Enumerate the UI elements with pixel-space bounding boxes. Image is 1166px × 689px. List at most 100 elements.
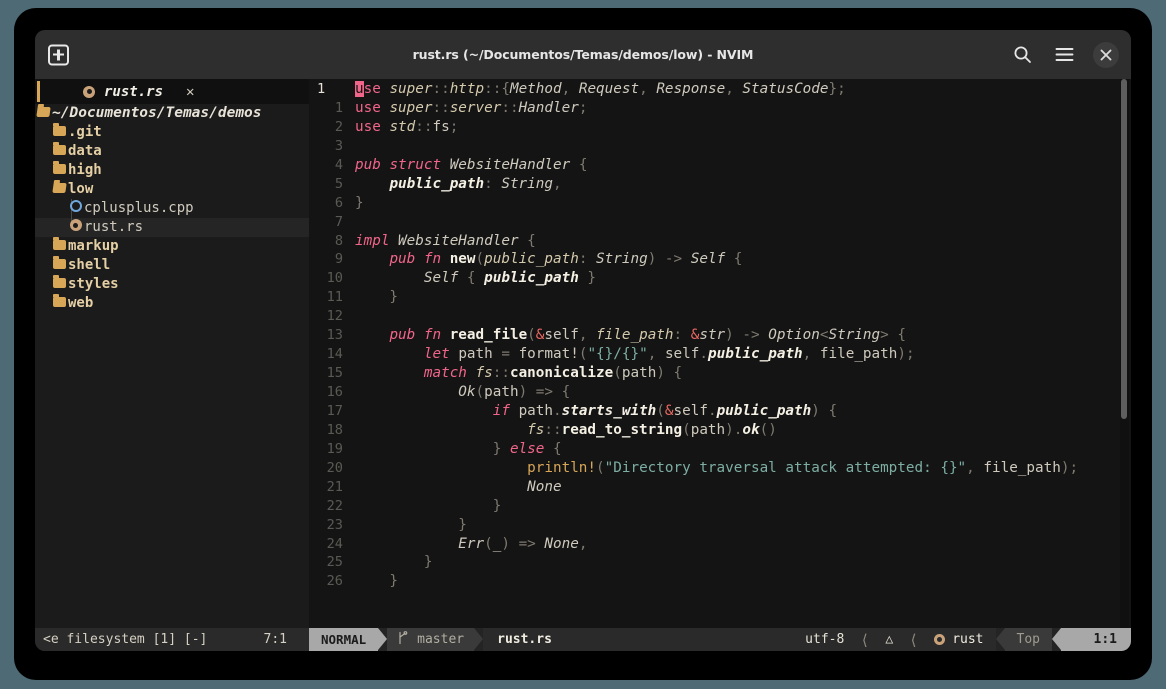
file-tree-root[interactable]: ~/Documentos/Temas/demos	[35, 104, 309, 123]
code-token: ,	[561, 81, 579, 97]
code-token: public_path	[389, 175, 485, 192]
code-token: (	[613, 365, 622, 382]
folder-icon	[51, 294, 68, 313]
code-token: ).	[725, 421, 743, 438]
status-filename: rust.rs	[483, 628, 796, 651]
file-tree-item-shell[interactable]: shell	[35, 256, 309, 275]
line-number: 22	[326, 497, 343, 514]
code-token: ::	[544, 421, 562, 438]
code-token: String	[828, 327, 881, 344]
code-token: public_path	[484, 270, 579, 287]
code-line-text: }	[355, 497, 1131, 516]
status-language: rust	[924, 628, 996, 651]
code-token: {	[725, 251, 743, 268]
editor-scrollbar[interactable]	[1120, 79, 1129, 628]
code-token: ::	[432, 99, 450, 116]
tab-close-icon[interactable]: ✕	[186, 84, 194, 100]
code-token: http	[449, 81, 485, 97]
folder-open-icon	[35, 104, 52, 123]
status-scroll-arrow	[995, 628, 1005, 650]
line-number: 18	[326, 421, 343, 438]
code-token: se	[363, 81, 381, 97]
code-token: StatusCode	[742, 81, 829, 97]
code-token: )	[647, 251, 665, 268]
window-title: rust.rs (~/Documentos/Temas/demos/low) -…	[412, 47, 754, 62]
line-number: 7	[334, 213, 343, 230]
line-number: 13	[326, 327, 343, 344]
window-body: rust.rs ✕ ~/Documentos/Temas/demos .git d…	[35, 79, 1131, 628]
folder-icon	[51, 123, 68, 142]
cpp-file-icon	[67, 199, 84, 218]
file-tree-root-label: ~/Documentos/Temas/demos	[52, 105, 262, 121]
search-icon[interactable]	[1009, 42, 1035, 68]
code-token: ok	[742, 421, 760, 438]
code-token: fs	[527, 421, 545, 438]
code-token: String	[501, 175, 553, 192]
new-tab-icon[interactable]	[48, 44, 69, 65]
file-tree-item-data[interactable]: data	[35, 142, 309, 161]
line-number: 5	[334, 175, 343, 192]
code-token: path	[621, 365, 657, 382]
code-token: read_file	[449, 327, 528, 344]
code-token: "Directory traversal attack attempted: {…	[604, 459, 967, 476]
code-token: WebsiteHandler	[449, 156, 571, 173]
code-line-text: let path = format!("{}/{}", self.public_…	[355, 345, 1131, 364]
line-number: 9	[334, 251, 343, 268]
line-number: 4	[334, 156, 343, 173]
tab-rust-rs[interactable]: rust.rs ✕	[35, 79, 204, 104]
code-line-text: if path.starts_with(&self.public_path) {	[355, 402, 1131, 421]
close-icon[interactable]	[1093, 41, 1119, 68]
screen: rust.rs (~/Documentos/Temas/demos/low) -…	[0, 0, 1166, 689]
code-line-text: }	[355, 288, 1131, 307]
code-line: 16 Ok(path) => {	[309, 383, 1131, 402]
code-line: 1 use super::server::Handler;	[309, 99, 1131, 118]
code-token: path	[518, 402, 553, 419]
file-tree-item-cplusplus-cpp[interactable]: cplusplus.cpp	[35, 199, 309, 218]
code-line: 1 use super::http::{Method, Request, Resp…	[309, 80, 1131, 99]
code-token: (	[475, 384, 485, 400]
code-line: 22 }	[309, 497, 1131, 516]
code-line: 19 } else {	[309, 440, 1131, 459]
code-line: 6}	[309, 194, 1131, 213]
code-token: }	[492, 440, 510, 457]
file-tree-item-label: styles	[68, 276, 119, 292]
code-token: starts_with	[561, 402, 657, 419]
file-tree-item-low[interactable]: low	[35, 180, 309, 199]
line-number: 2	[334, 118, 343, 135]
code-editor[interactable]: 1 use super::http::{Method, Request, Resp…	[309, 79, 1131, 628]
code-line: 10 Self { public_path }	[309, 269, 1131, 288]
code-line: 25 }	[309, 553, 1131, 572]
folder-icon	[51, 142, 68, 161]
file-tree-item-styles[interactable]: styles	[35, 275, 309, 294]
file-tree-item-label: web	[68, 295, 94, 311]
code-line: 17 if path.starts_with(&self.public_path…	[309, 402, 1131, 421]
file-tree-item-git[interactable]: .git	[35, 123, 309, 142]
hamburger-menu-icon[interactable]	[1051, 42, 1077, 68]
code-token: .	[707, 402, 717, 419]
file-tree-item-markup[interactable]: markup	[35, 237, 309, 256]
file-tree-item-high[interactable]: high	[35, 161, 309, 180]
file-explorer-sidebar: rust.rs ✕ ~/Documentos/Temas/demos .git d…	[35, 79, 309, 628]
code-token: Self	[423, 270, 459, 287]
file-tree-item-web[interactable]: web	[35, 294, 309, 313]
code-token: }	[355, 573, 399, 590]
rust-file-icon	[83, 85, 95, 98]
line-number: 1	[317, 81, 326, 97]
line-number: 8	[334, 232, 343, 249]
code-token: pub	[389, 327, 416, 344]
file-tree-item-label: cplusplus.cpp	[84, 200, 194, 216]
line-number: 16	[326, 384, 343, 400]
tab-label: rust.rs	[104, 83, 164, 100]
file-tree-item-rust-rs[interactable]: rust.rs	[35, 218, 309, 237]
code-token: ) {	[811, 402, 838, 419]
rust-file-icon	[67, 218, 84, 237]
code-token: ,	[966, 459, 984, 476]
editor-scrollbar-thumb[interactable]	[1121, 79, 1127, 420]
